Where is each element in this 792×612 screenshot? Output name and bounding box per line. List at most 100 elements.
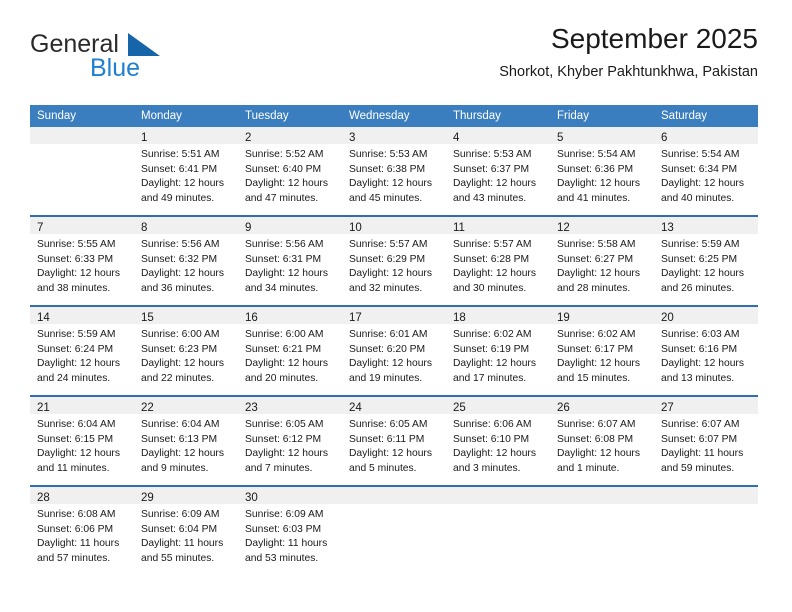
sunset-text: Sunset: 6:12 PM: [245, 433, 322, 445]
daylight-text: Daylight: 12 hours: [557, 358, 640, 370]
day-cell[interactable]: 12 Sunrise: 5:58 AM Sunset: 6:27 PM Dayligh…: [550, 217, 654, 305]
sunrise-text: Sunrise: 6:09 AM: [245, 509, 324, 520]
day-cell[interactable]: 27 Sunrise: 6:07 AM Sunset: 6:07 PM Dayligh…: [654, 397, 758, 485]
day-number-band: 3: [342, 127, 446, 144]
day-details: [342, 504, 446, 514]
daylight-text: and 38 minutes.: [37, 282, 111, 294]
day-number: 4: [453, 132, 460, 144]
day-details: [446, 504, 550, 514]
daylight-text: and 53 minutes.: [245, 552, 319, 564]
sunrise-text: Sunrise: 5:58 AM: [557, 239, 636, 250]
daylight-text: Daylight: 12 hours: [453, 178, 536, 190]
weekday-header-sunday: Sunday: [37, 110, 77, 122]
day-cell[interactable]: 23 Sunrise: 6:05 AM Sunset: 6:12 PM Dayligh…: [238, 397, 342, 485]
daylight-text: Daylight: 12 hours: [557, 268, 640, 280]
daylight-text: Daylight: 12 hours: [245, 268, 328, 280]
sunset-text: Sunset: 6:08 PM: [557, 433, 634, 445]
page-subtitle: Shorkot, Khyber Pakhtunkhwa, Pakistan: [499, 64, 758, 80]
day-cell[interactable]: 9 Sunrise: 5:56 AM Sunset: 6:31 PM Daylight…: [238, 217, 342, 305]
sunrise-text: Sunrise: 6:04 AM: [141, 419, 220, 430]
sunrise-text: Sunrise: 5:54 AM: [557, 149, 636, 160]
sunset-text: Sunset: 6:23 PM: [141, 343, 218, 355]
daylight-text: Daylight: 12 hours: [453, 268, 536, 280]
day-number: 27: [661, 402, 674, 414]
day-number-band: 27: [654, 397, 758, 414]
sunset-text: Sunset: 6:29 PM: [349, 253, 426, 265]
sunrise-text: Sunrise: 5:56 AM: [141, 239, 220, 250]
day-cell[interactable]: 13 Sunrise: 5:59 AM Sunset: 6:25 PM Dayligh…: [654, 217, 758, 305]
day-number-band: 12: [550, 217, 654, 234]
daylight-text: and 26 minutes.: [661, 282, 735, 294]
day-cell[interactable]: 4 Sunrise: 5:53 AM Sunset: 6:37 PM Daylight…: [446, 127, 550, 215]
day-cell[interactable]: 2 Sunrise: 5:52 AM Sunset: 6:40 PM Daylight…: [238, 127, 342, 215]
day-cell[interactable]: 29 Sunrise: 6:09 AM Sunset: 6:04 PM Dayligh…: [134, 487, 238, 575]
day-number: 25: [453, 402, 466, 414]
weekday-header-monday: Monday: [141, 110, 182, 122]
daylight-text: and 13 minutes.: [661, 372, 735, 384]
day-cell-empty: [550, 487, 654, 575]
daylight-text: and 34 minutes.: [245, 282, 319, 294]
day-details: Sunrise: 6:02 AM Sunset: 6:19 PM Daylight:…: [446, 324, 550, 392]
day-cell[interactable]: 28 Sunrise: 6:08 AM Sunset: 6:06 PM Dayligh…: [30, 487, 134, 575]
brand-logo[interactable]: General Blue: [30, 30, 200, 86]
day-cell[interactable]: 20 Sunrise: 6:03 AM Sunset: 6:16 PM Dayligh…: [654, 307, 758, 395]
day-cell[interactable]: 19 Sunrise: 6:02 AM Sunset: 6:17 PM Dayligh…: [550, 307, 654, 395]
day-details: Sunrise: 5:56 AM Sunset: 6:31 PM Daylight:…: [238, 234, 342, 302]
day-cell[interactable]: 11 Sunrise: 5:57 AM Sunset: 6:28 PM Dayligh…: [446, 217, 550, 305]
day-cell-empty: [654, 487, 758, 575]
day-cell[interactable]: 30 Sunrise: 6:09 AM Sunset: 6:03 PM Dayligh…: [238, 487, 342, 575]
daylight-text: Daylight: 12 hours: [141, 448, 224, 460]
sunrise-text: Sunrise: 6:00 AM: [141, 329, 220, 340]
sunrise-text: Sunrise: 6:05 AM: [349, 419, 428, 430]
daylight-text: Daylight: 12 hours: [661, 268, 744, 280]
day-number-band: 6: [654, 127, 758, 144]
day-number-band: 7: [30, 217, 134, 234]
day-number: 10: [349, 222, 362, 234]
day-cell[interactable]: 25 Sunrise: 6:06 AM Sunset: 6:10 PM Dayligh…: [446, 397, 550, 485]
day-cell[interactable]: 1 Sunrise: 5:51 AM Sunset: 6:41 PM Daylight…: [134, 127, 238, 215]
sunset-text: Sunset: 6:21 PM: [245, 343, 322, 355]
day-cell[interactable]: 16 Sunrise: 6:00 AM Sunset: 6:21 PM Dayligh…: [238, 307, 342, 395]
day-cell[interactable]: 21 Sunrise: 6:04 AM Sunset: 6:15 PM Dayligh…: [30, 397, 134, 485]
day-cell[interactable]: 24 Sunrise: 6:05 AM Sunset: 6:11 PM Dayligh…: [342, 397, 446, 485]
day-number: 29: [141, 492, 154, 504]
weekday-header-row: Sunday Monday Tuesday Wednesday Thursday Frid…: [30, 105, 758, 127]
day-cell[interactable]: 18 Sunrise: 6:02 AM Sunset: 6:19 PM Dayligh…: [446, 307, 550, 395]
day-number-band: 14: [30, 307, 134, 324]
day-cell[interactable]: 6 Sunrise: 5:54 AM Sunset: 6:34 PM Daylight…: [654, 127, 758, 215]
day-number-band: [550, 487, 654, 504]
day-cell[interactable]: 17 Sunrise: 6:01 AM Sunset: 6:20 PM Dayligh…: [342, 307, 446, 395]
daylight-text: and 57 minutes.: [37, 552, 111, 564]
day-cell[interactable]: 10 Sunrise: 5:57 AM Sunset: 6:29 PM Dayligh…: [342, 217, 446, 305]
daylight-text: and 15 minutes.: [557, 372, 631, 384]
sunrise-text: Sunrise: 5:59 AM: [661, 239, 740, 250]
day-cell[interactable]: 8 Sunrise: 5:56 AM Sunset: 6:32 PM Daylight…: [134, 217, 238, 305]
day-cell[interactable]: 26 Sunrise: 6:07 AM Sunset: 6:08 PM Dayligh…: [550, 397, 654, 485]
day-cell[interactable]: 14 Sunrise: 5:59 AM Sunset: 6:24 PM Dayligh…: [30, 307, 134, 395]
day-cell-empty: [446, 487, 550, 575]
sunrise-text: Sunrise: 6:05 AM: [245, 419, 324, 430]
daylight-text: Daylight: 12 hours: [349, 268, 432, 280]
brand-name-blue: Blue: [90, 54, 141, 82]
day-number: 3: [349, 132, 356, 144]
day-cell[interactable]: 3 Sunrise: 5:53 AM Sunset: 6:38 PM Daylight…: [342, 127, 446, 215]
sunrise-text: Sunrise: 5:56 AM: [245, 239, 324, 250]
day-number: 8: [141, 222, 148, 234]
day-number-band: 13: [654, 217, 758, 234]
day-cell[interactable]: 15 Sunrise: 6:00 AM Sunset: 6:23 PM Dayligh…: [134, 307, 238, 395]
sunrise-text: Sunrise: 6:01 AM: [349, 329, 428, 340]
daylight-text: Daylight: 11 hours: [37, 538, 120, 550]
day-number: 1: [141, 132, 148, 144]
day-cell[interactable]: 5 Sunrise: 5:54 AM Sunset: 6:36 PM Daylight…: [550, 127, 654, 215]
day-details: Sunrise: 5:57 AM Sunset: 6:28 PM Daylight:…: [446, 234, 550, 302]
day-number: 28: [37, 492, 50, 504]
day-number: 6: [661, 132, 668, 144]
day-number: 21: [37, 402, 50, 414]
day-details: Sunrise: 6:00 AM Sunset: 6:21 PM Daylight:…: [238, 324, 342, 392]
day-number-band: 22: [134, 397, 238, 414]
day-cell[interactable]: 7 Sunrise: 5:55 AM Sunset: 6:33 PM Daylight…: [30, 217, 134, 305]
sunset-text: Sunset: 6:03 PM: [245, 523, 322, 535]
day-cell[interactable]: 22 Sunrise: 6:04 AM Sunset: 6:13 PM Dayligh…: [134, 397, 238, 485]
sunset-text: Sunset: 6:25 PM: [661, 253, 738, 265]
sunrise-text: Sunrise: 5:59 AM: [37, 329, 116, 340]
